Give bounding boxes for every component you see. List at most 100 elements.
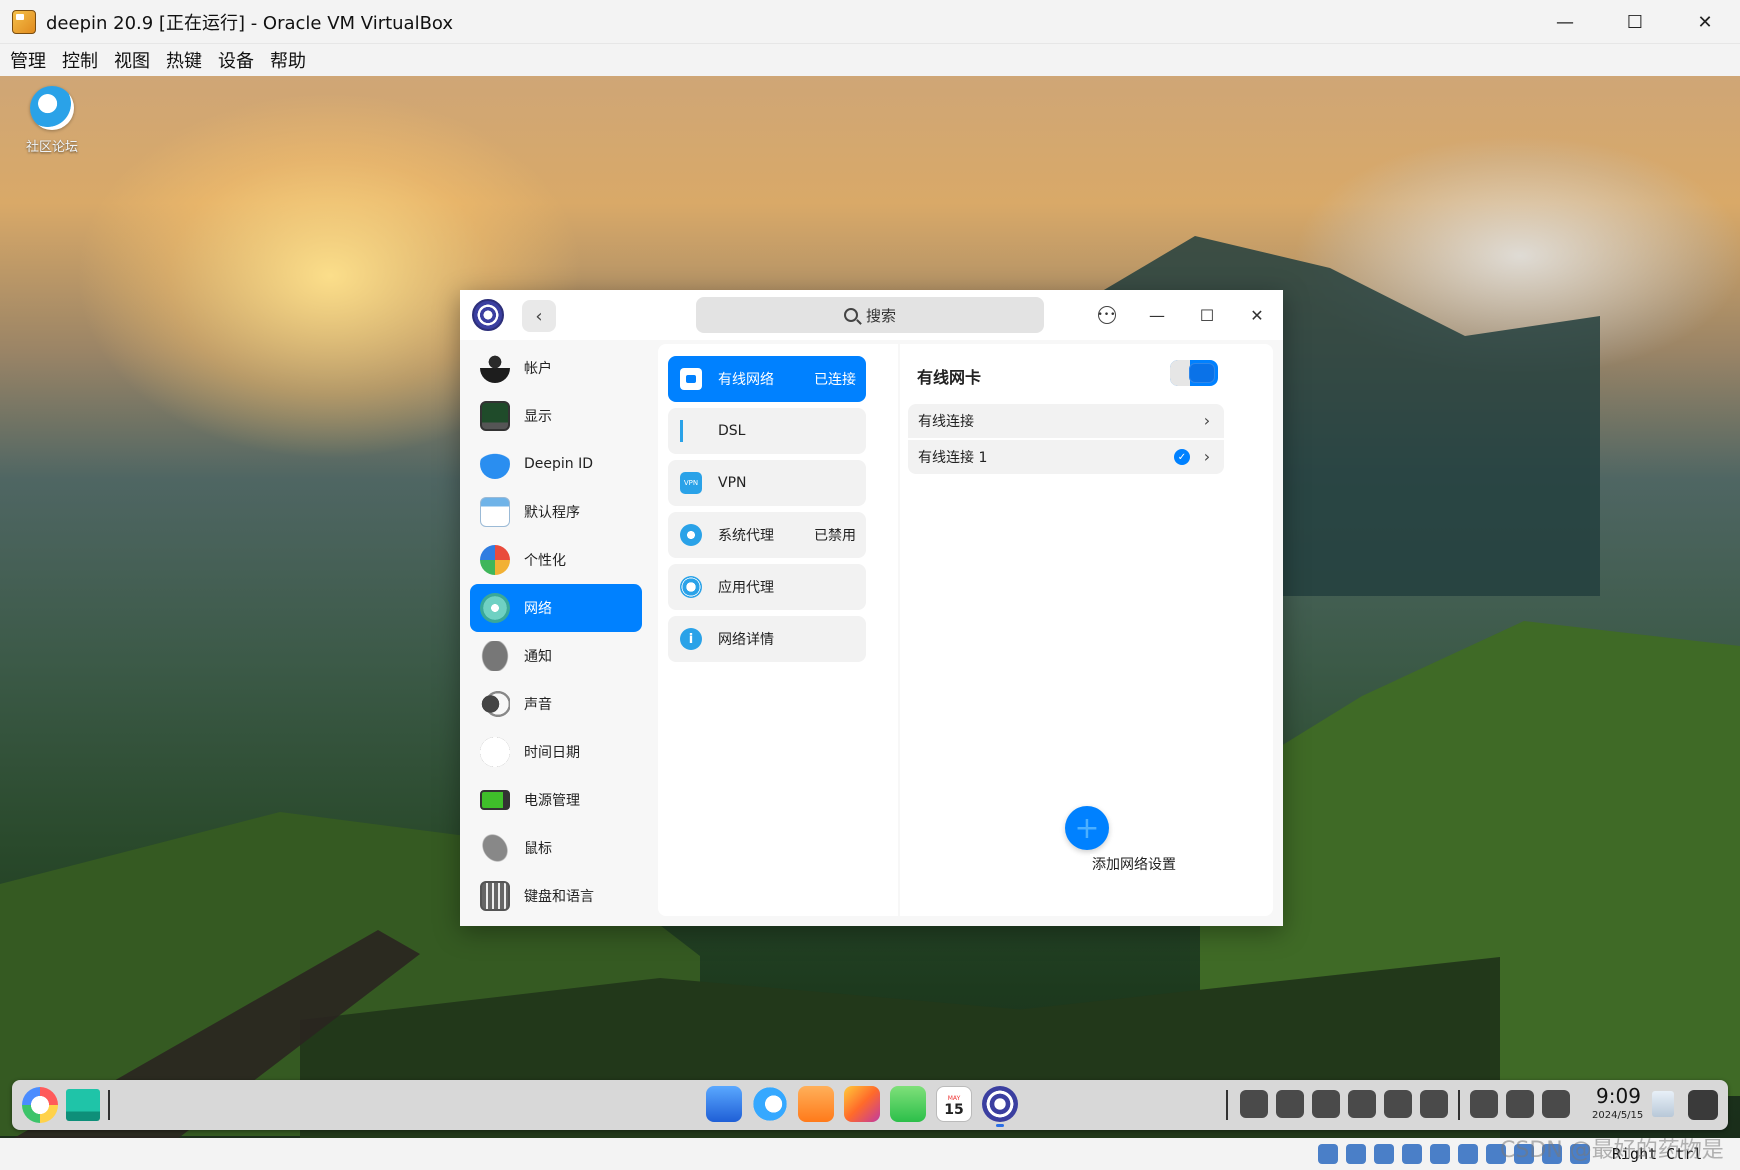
trash-icon[interactable]: [1652, 1091, 1674, 1117]
power-tray-icon[interactable]: [1542, 1090, 1570, 1118]
menu-hotkeys[interactable]: 热键: [166, 47, 202, 73]
desktop-shortcut-forum[interactable]: 社区论坛: [20, 86, 84, 155]
network-item-vpn[interactable]: VPN VPN: [668, 460, 866, 506]
network-item-app-proxy[interactable]: 应用代理: [668, 564, 866, 610]
battery-tray-icon[interactable]: [1384, 1090, 1412, 1118]
network-item-wired[interactable]: 有线网络 已连接: [668, 356, 866, 402]
back-button[interactable]: ‹: [522, 300, 556, 332]
toggle-track: [1170, 360, 1190, 386]
nav-item-label: 键盘和语言: [524, 889, 594, 905]
display-icon: [480, 401, 510, 431]
minimize-button[interactable]: —: [1530, 0, 1600, 44]
nav-item-display[interactable]: 显示: [470, 392, 642, 440]
settings-nav: 帐户 显示 Deepin ID 默认程序 个性化 网络 通知 声音 时间日期 电…: [470, 344, 642, 920]
nav-item-mouse[interactable]: 鼠标: [470, 824, 642, 872]
photos-icon[interactable]: [844, 1086, 880, 1122]
volume-tray-icon[interactable]: [1312, 1090, 1340, 1118]
personalization-icon: [480, 545, 510, 575]
file-manager-icon[interactable]: [798, 1086, 834, 1122]
nav-item-label: 时间日期: [524, 745, 580, 761]
search-input[interactable]: 搜索: [696, 297, 1044, 333]
control-center-titlebar: ‹ 搜索 ••• — ☐ ✕: [460, 290, 1283, 340]
screenshot-tray-icon[interactable]: [1240, 1090, 1268, 1118]
music-icon[interactable]: [890, 1086, 926, 1122]
nav-item-deepin-id[interactable]: Deepin ID: [470, 440, 642, 488]
browser-icon[interactable]: [752, 1086, 788, 1122]
notification-bell-icon[interactable]: [1688, 1090, 1718, 1120]
vbox-status-bar: Right Ctrl: [0, 1138, 1740, 1170]
audio-icon[interactable]: [1374, 1144, 1394, 1164]
pen-tray-icon[interactable]: [1348, 1090, 1376, 1118]
app-store-icon[interactable]: [706, 1086, 742, 1122]
more-options-button[interactable]: •••: [1092, 300, 1122, 330]
calendar-month: MAY: [947, 1095, 961, 1102]
shared-folders-icon[interactable]: [1458, 1144, 1478, 1164]
cc-minimize-button[interactable]: —: [1142, 300, 1172, 330]
menu-devices[interactable]: 设备: [218, 47, 254, 73]
cc-maximize-button[interactable]: ☐: [1192, 300, 1222, 330]
control-center-dock-icon[interactable]: [982, 1086, 1018, 1122]
menu-manage[interactable]: 管理: [10, 47, 46, 73]
nav-item-default-apps[interactable]: 默认程序: [470, 488, 642, 536]
battery-icon: [480, 790, 510, 810]
keyboard-tray-icon[interactable]: [1506, 1090, 1534, 1118]
virtualbox-app-icon: [12, 9, 36, 34]
nav-item-sound[interactable]: 声音: [470, 680, 642, 728]
chevron-right-icon[interactable]: [1420, 1090, 1448, 1118]
multitasking-view-icon[interactable]: [66, 1089, 100, 1121]
menu-help[interactable]: 帮助: [270, 47, 306, 73]
connection-row[interactable]: 有线连接 1 ✓ ›: [908, 440, 1224, 474]
default-apps-icon: [480, 497, 510, 527]
network-status-icon[interactable]: [1402, 1144, 1422, 1164]
nav-item-notification[interactable]: 通知: [470, 632, 642, 680]
dock-separator: [1458, 1090, 1460, 1120]
running-indicator: [996, 1124, 1004, 1127]
clock-time[interactable]: 9:09: [1596, 1084, 1641, 1108]
nav-item-network[interactable]: 网络: [470, 584, 642, 632]
mouse-icon: [474, 827, 516, 869]
nav-item-personalization[interactable]: 个性化: [470, 536, 642, 584]
cc-close-button[interactable]: ✕: [1242, 300, 1272, 330]
desktop-shortcut-label: 社区论坛: [25, 140, 78, 155]
add-network-button[interactable]: +: [1065, 806, 1109, 850]
connection-label: 有线连接: [918, 414, 974, 430]
keyboard-icon: [480, 881, 510, 911]
connection-row[interactable]: 有线连接 ›: [908, 404, 1224, 438]
deepin-forum-icon: [30, 86, 74, 130]
network-item-details[interactable]: i 网络详情: [668, 616, 866, 662]
storage-icon[interactable]: [1318, 1144, 1338, 1164]
menu-control[interactable]: 控制: [62, 47, 98, 73]
network-item-system-proxy[interactable]: 系统代理 已禁用: [668, 512, 866, 558]
dock-separator: [1226, 1090, 1228, 1120]
search-tray-icon[interactable]: [1470, 1090, 1498, 1118]
search-placeholder: 搜索: [865, 306, 896, 325]
network-item-dsl[interactable]: DSL: [668, 408, 866, 454]
close-button[interactable]: ✕: [1670, 0, 1740, 44]
nav-item-account[interactable]: 帐户: [470, 344, 642, 392]
check-icon: ✓: [1174, 449, 1190, 465]
nav-item-label: 通知: [524, 649, 552, 665]
wired-adapter-panel: 有线网卡 有线连接 › 有线连接 1 ✓ › + 添加网络设置: [900, 344, 1273, 916]
optical-drive-icon[interactable]: [1346, 1144, 1366, 1164]
clock-icon: [480, 737, 510, 767]
vbox-titlebar: deepin 20.9 [正在运行] - Oracle VM VirtualBo…: [0, 0, 1740, 44]
nav-item-label: 显示: [524, 409, 552, 425]
clock-date: 2024/5/15: [1592, 1110, 1644, 1121]
toggle-knob: [1189, 363, 1215, 383]
calendar-icon[interactable]: MAY 15: [936, 1086, 972, 1122]
info-icon: i: [680, 628, 702, 650]
vbox-menubar: 管理 控制 视图 热键 设备 帮助: [0, 44, 1740, 76]
more-icon: •••: [1098, 306, 1116, 324]
nav-item-power[interactable]: 电源管理: [470, 776, 642, 824]
menu-view[interactable]: 视图: [114, 47, 150, 73]
launcher-icon[interactable]: [22, 1087, 58, 1123]
maximize-button[interactable]: ☐: [1600, 0, 1670, 44]
nav-item-label: 个性化: [524, 553, 566, 569]
search-icon: [843, 308, 858, 322]
nav-item-keyboard[interactable]: 键盘和语言: [470, 872, 642, 920]
onboard-tray-icon[interactable]: [1276, 1090, 1304, 1118]
adapter-toggle[interactable]: [1170, 360, 1218, 386]
window-title: deepin 20.9 [正在运行] - Oracle VM VirtualBo…: [46, 12, 454, 34]
usb-icon[interactable]: [1430, 1144, 1450, 1164]
nav-item-datetime[interactable]: 时间日期: [470, 728, 642, 776]
